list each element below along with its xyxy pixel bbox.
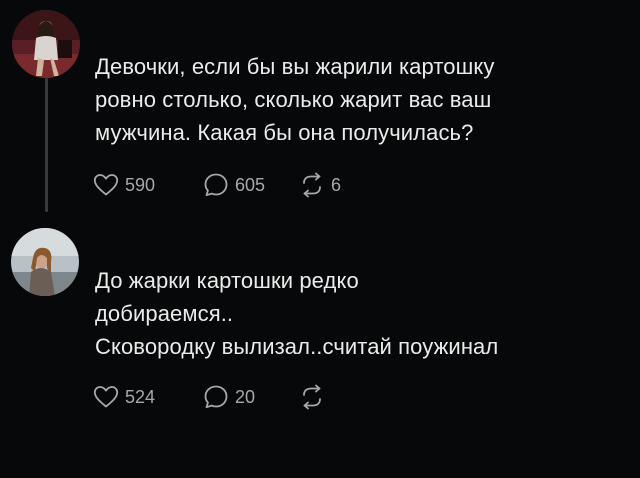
repost-count: 6 xyxy=(331,174,342,195)
thread-line xyxy=(45,78,48,212)
post-text: Девочки, если бы вы жарили картошку ровн… xyxy=(95,54,495,145)
speech-bubble-icon xyxy=(203,172,229,198)
avatar[interactable] xyxy=(11,228,79,296)
repost-arrows-icon xyxy=(299,384,325,410)
like-button[interactable]: 524 xyxy=(93,385,203,409)
heart-icon xyxy=(93,173,119,197)
reply-count: 20 xyxy=(235,386,256,407)
post-actions: 524 20 xyxy=(93,382,359,412)
avatar[interactable] xyxy=(12,10,80,78)
post-actions: 590 605 6 xyxy=(93,170,359,200)
like-count: 590 xyxy=(125,174,156,195)
speech-bubble-icon xyxy=(203,384,229,410)
reply-button[interactable]: 20 xyxy=(203,384,299,410)
reply-button[interactable]: 605 xyxy=(203,172,299,198)
reply-count: 605 xyxy=(235,174,266,195)
repost-button[interactable] xyxy=(299,384,359,410)
repost-button[interactable]: 6 xyxy=(299,172,359,198)
like-button[interactable]: 590 xyxy=(93,173,203,197)
post-text: До жарки картошки редко добираемся.. Ско… xyxy=(95,268,499,359)
repost-arrows-icon xyxy=(299,172,325,198)
heart-icon xyxy=(93,385,119,409)
like-count: 524 xyxy=(125,386,156,407)
